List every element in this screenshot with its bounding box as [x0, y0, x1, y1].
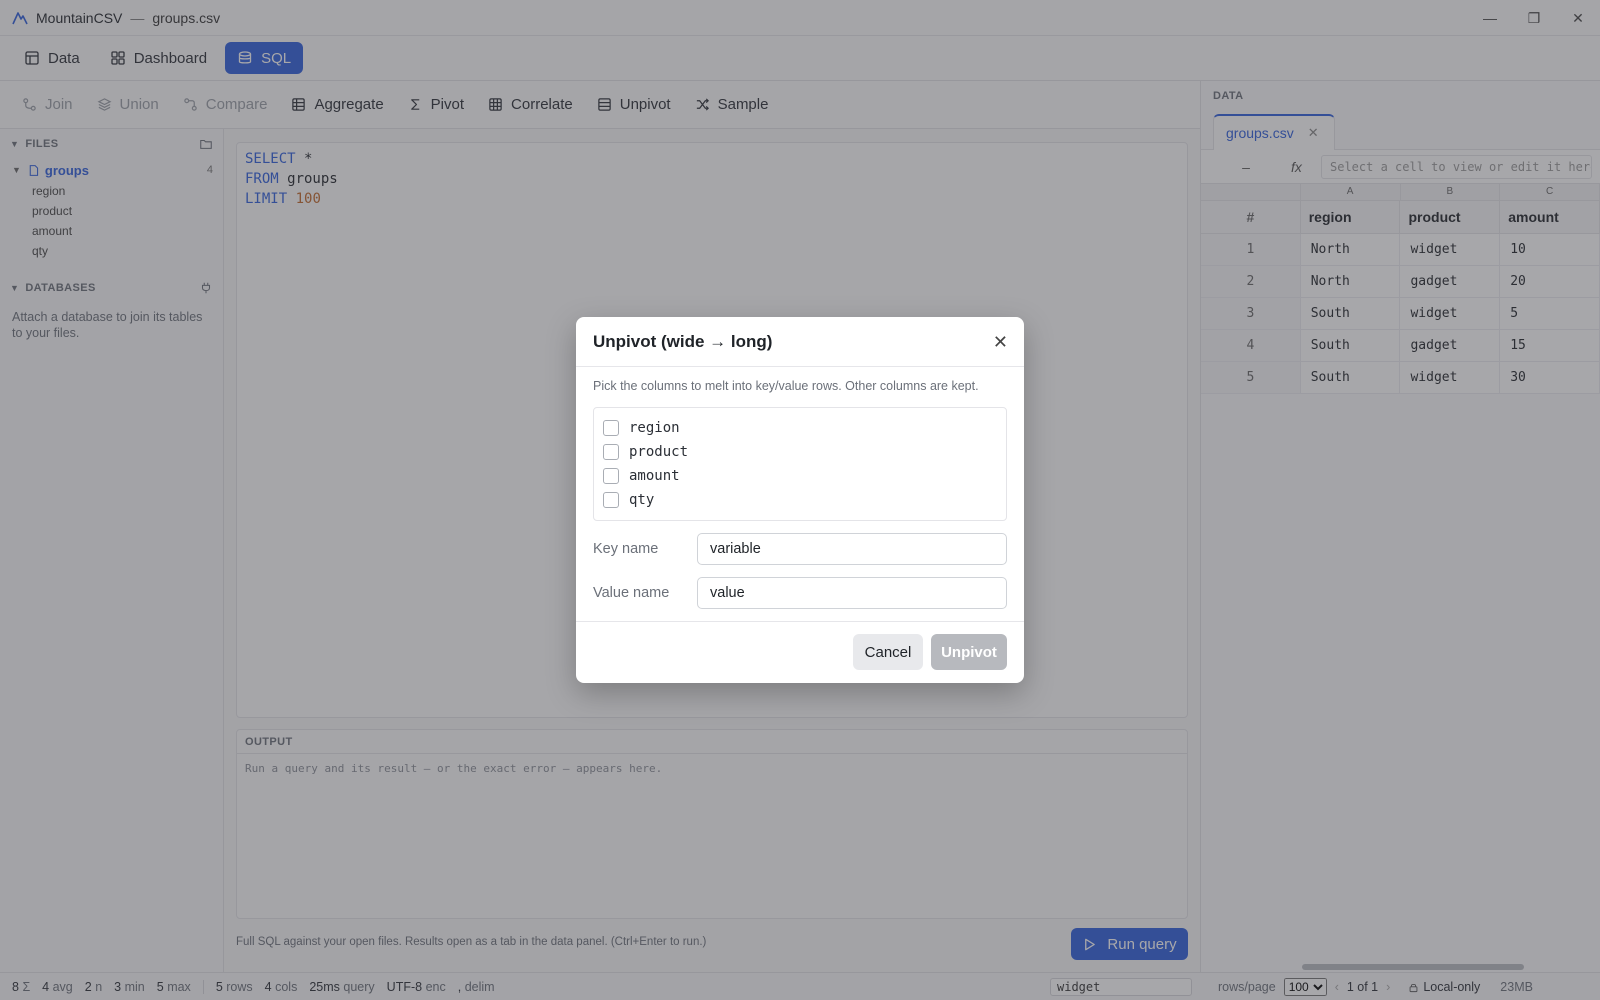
checklist-label: region [629, 420, 680, 436]
cancel-button[interactable]: Cancel [853, 634, 923, 670]
unpivot-submit-button[interactable]: Unpivot [931, 634, 1007, 670]
key-name-label: Key name [593, 541, 659, 557]
checklist-label: qty [629, 492, 655, 508]
value-name-label: Value name [593, 585, 670, 601]
checkbox[interactable] [603, 468, 619, 484]
dialog-header: Unpivot (wide → long) ✕ [576, 317, 1024, 367]
value-name-input[interactable]: value [697, 577, 1007, 609]
checkbox[interactable] [603, 492, 619, 508]
dialog-footer: Cancel Unpivot [576, 621, 1024, 683]
close-icon[interactable]: ✕ [993, 333, 1008, 351]
key-name-input[interactable]: variable [697, 533, 1007, 565]
checklist-label: amount [629, 468, 680, 484]
checklist-item[interactable]: amount [594, 464, 1006, 488]
checklist-item[interactable]: region [594, 416, 1006, 440]
column-checklist: region product amount qty [593, 407, 1007, 521]
checklist-item[interactable]: product [594, 440, 1006, 464]
value-name-field: Value name value [593, 577, 1007, 609]
checklist-item[interactable]: qty [594, 488, 1006, 512]
checkbox[interactable] [603, 420, 619, 436]
unpivot-dialog: Unpivot (wide → long) ✕ Pick the columns… [576, 317, 1024, 683]
key-name-field: Key name variable [593, 533, 1007, 565]
checklist-label: product [629, 444, 689, 460]
checkbox[interactable] [603, 444, 619, 460]
dialog-description: Pick the columns to melt into key/value … [593, 379, 979, 393]
dialog-title: Unpivot (wide → long) [593, 331, 773, 351]
